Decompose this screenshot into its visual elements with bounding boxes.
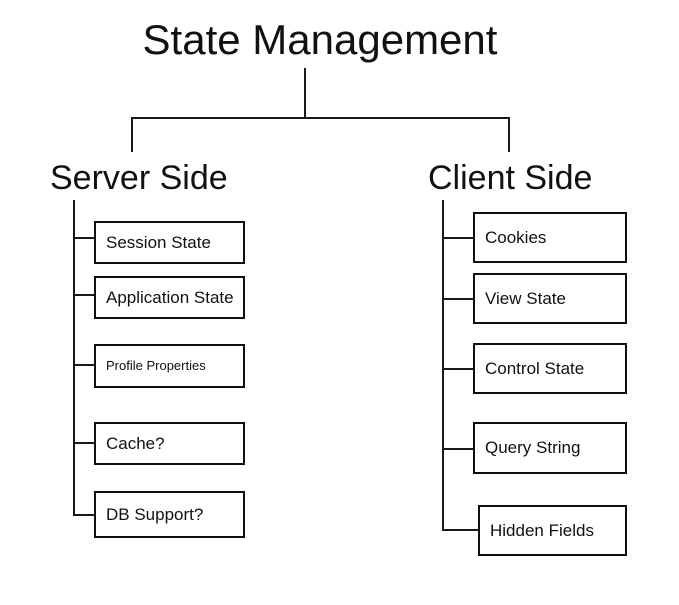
client-side-tick-2 xyxy=(442,298,473,300)
node-control-state-label: Control State xyxy=(485,358,585,378)
node-profile-properties[interactable]: Profile Properties xyxy=(94,344,245,388)
client-side-spine-line xyxy=(442,200,444,531)
right-branch-drop-line xyxy=(508,117,510,152)
server-side-tick-1 xyxy=(73,237,95,239)
node-db-support-label: DB Support? xyxy=(106,504,204,524)
diagram-canvas: State Management Server Side Client Side… xyxy=(0,0,679,605)
node-view-state-label: View State xyxy=(485,288,566,308)
left-branch-drop-line xyxy=(131,117,133,152)
node-hidden-fields-label: Hidden Fields xyxy=(490,520,594,540)
node-control-state[interactable]: Control State xyxy=(473,343,627,394)
node-cache[interactable]: Cache? xyxy=(94,422,245,465)
diagram-title: State Management xyxy=(142,16,498,63)
root-splitter-line xyxy=(131,117,510,119)
root-stem-line xyxy=(304,68,306,118)
node-query-string[interactable]: Query String xyxy=(473,422,627,474)
node-view-state[interactable]: View State xyxy=(473,273,627,324)
node-profile-properties-label: Profile Properties xyxy=(106,358,206,373)
client-side-tick-4 xyxy=(442,448,473,450)
node-db-support[interactable]: DB Support? xyxy=(94,491,245,538)
branch-label-client-side: Client Side xyxy=(428,159,593,197)
node-hidden-fields[interactable]: Hidden Fields xyxy=(478,505,627,556)
node-cookies[interactable]: Cookies xyxy=(473,212,627,263)
node-session-state-label: Session State xyxy=(106,232,211,252)
node-application-state[interactable]: Application State xyxy=(94,276,245,319)
server-side-spine-line xyxy=(73,200,75,516)
branch-label-server-side: Server Side xyxy=(50,159,228,197)
node-query-string-label: Query String xyxy=(485,438,581,457)
server-side-tick-5 xyxy=(73,514,95,516)
client-side-tick-5 xyxy=(442,529,478,531)
node-cookies-label: Cookies xyxy=(485,227,547,247)
node-cache-label: Cache? xyxy=(106,433,165,453)
client-side-tick-3 xyxy=(442,368,473,370)
server-side-tick-4 xyxy=(73,442,95,444)
client-side-tick-1 xyxy=(442,237,473,239)
node-application-state-label: Application State xyxy=(106,287,234,307)
server-side-tick-3 xyxy=(73,364,95,366)
server-side-tick-2 xyxy=(73,294,95,296)
node-session-state[interactable]: Session State xyxy=(94,221,245,264)
